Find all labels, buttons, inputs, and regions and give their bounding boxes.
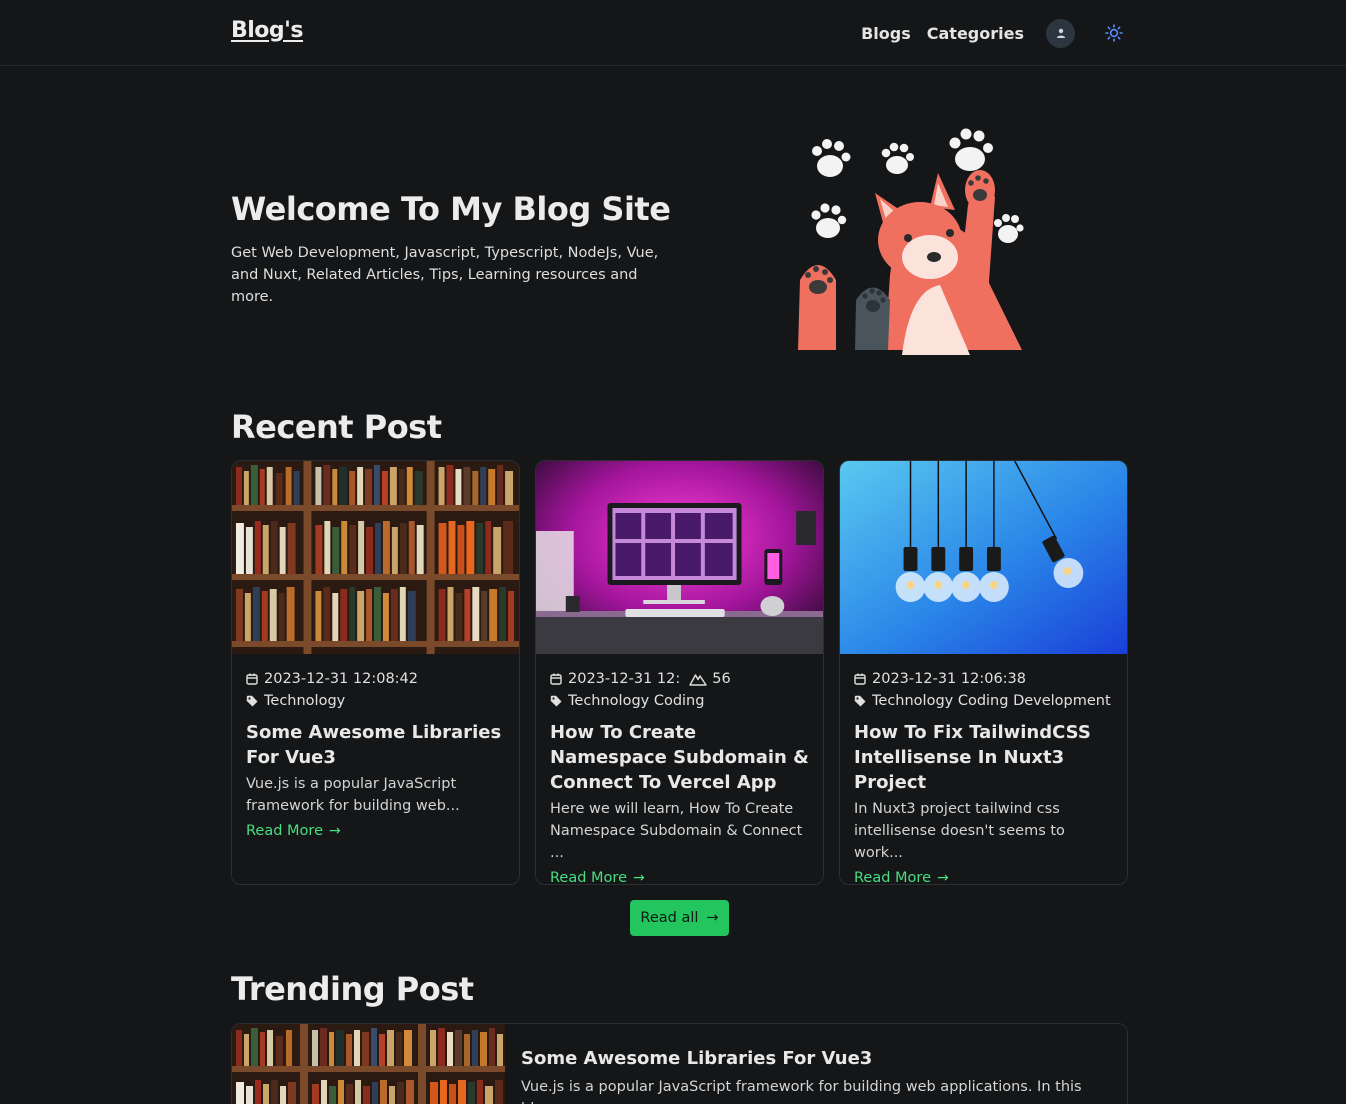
post-tags: Technology Coding (550, 690, 809, 712)
site-header: Blog's Blogs Categories (0, 0, 1346, 66)
site-brand[interactable]: Blog's (231, 18, 304, 43)
post-date-text: 2023-12-31 12:06:38 (872, 671, 1026, 687)
light-bulbs-image (840, 461, 1127, 654)
nuxt-logo-icon (689, 674, 707, 686)
hero-title: Welcome To My Blog Site (231, 190, 671, 228)
post-excerpt: Vue.js is a popular JavaScript framework… (246, 776, 460, 814)
hero-subtitle-line: Get Web Development, Javascript, Typescr… (231, 245, 659, 261)
desk-setup-image (536, 461, 823, 654)
post-title[interactable]: How To Create Namespace Subdomain & Conn… (550, 720, 809, 795)
post-card-body: 2023-12-31 12:08:42 Technology Some Awes… (232, 654, 519, 839)
theme-toggle-button[interactable] (1100, 19, 1128, 47)
post-tags-text[interactable]: Technology (264, 693, 345, 709)
hero-subtitle-line: and Nuxt, Related Articles, Tips, Learni… (231, 267, 638, 305)
calendar-icon (854, 673, 866, 685)
post-card[interactable]: 2023-12-31 12:08:42 Technology Some Awes… (231, 460, 520, 885)
sun-icon (1105, 24, 1123, 42)
post-title[interactable]: Some Awesome Libraries For Vue3 (246, 720, 505, 770)
hero-subtitle: Get Web Development, Javascript, Typescr… (231, 242, 681, 308)
arrow-right-icon: → (706, 910, 719, 926)
arrow-right-icon: → (633, 870, 645, 885)
post-card-body: 2023-12-31 12:06:38 Technology Coding De… (840, 654, 1127, 885)
read-all-label: Read all (640, 910, 699, 926)
user-icon (1056, 28, 1065, 38)
read-more-link[interactable]: Read More → (854, 870, 1113, 885)
post-date-text-tail: 56 (712, 671, 731, 687)
trending-post-title[interactable]: Some Awesome Libraries For Vue3 (521, 1048, 872, 1069)
post-tags-text[interactable]: Technology Coding (568, 693, 704, 709)
trending-post-heading: Trending Post (231, 970, 474, 1008)
post-tags: Technology (246, 690, 505, 712)
post-tags-text[interactable]: Technology Coding Development (872, 693, 1111, 709)
post-date-text: 2023-12-31 12: (568, 671, 681, 687)
post-date: 2023-12-31 12:08:42 (246, 668, 505, 690)
trending-post-card[interactable]: Some Awesome Libraries For Vue3 Vue.js i… (231, 1023, 1128, 1104)
post-card[interactable]: 2023-12-31 12: 56 Technology Coding How … (535, 460, 824, 885)
calendar-icon (550, 673, 562, 685)
post-excerpt: In Nuxt3 project tailwind css intellisen… (854, 801, 1065, 861)
tag-icon (550, 695, 562, 707)
read-more-link[interactable]: Read More → (550, 870, 809, 885)
bookshelf-image (232, 1024, 505, 1104)
post-title[interactable]: How To Fix TailwindCSS Intellisense In N… (854, 720, 1113, 795)
read-more-label: Read More (246, 823, 323, 839)
post-excerpt: Here we will learn, How To Create Namesp… (550, 801, 803, 861)
arrow-right-icon: → (329, 823, 341, 839)
read-more-link[interactable]: Read More → (246, 823, 505, 839)
post-card-body: 2023-12-31 12: 56 Technology Coding How … (536, 654, 823, 885)
main-nav: Blogs Categories (845, 17, 1128, 49)
nav-link-blogs[interactable]: Blogs (861, 24, 911, 43)
post-tags: Technology Coding Development (854, 690, 1113, 712)
post-card[interactable]: 2023-12-31 12:06:38 Technology Coding De… (839, 460, 1128, 885)
read-more-label: Read More (854, 870, 931, 885)
calendar-icon (246, 673, 258, 685)
dog-paws-illustration (798, 128, 1024, 355)
arrow-right-icon: → (937, 870, 949, 885)
tag-icon (246, 695, 258, 707)
recent-post-heading: Recent Post (231, 408, 442, 446)
post-date-text: 2023-12-31 12:08:42 (264, 671, 418, 687)
read-more-label: Read More (550, 870, 627, 885)
bookshelf-image (232, 461, 519, 654)
nav-link-categories[interactable]: Categories (927, 24, 1024, 43)
post-date: 2023-12-31 12: 56 (550, 668, 809, 690)
tag-icon (854, 695, 866, 707)
read-all-button[interactable]: Read all → (630, 900, 729, 936)
user-menu-button[interactable] (1046, 18, 1075, 48)
trending-post-excerpt: Vue.js is a popular JavaScript framework… (521, 1079, 1082, 1104)
post-date: 2023-12-31 12:06:38 (854, 668, 1113, 690)
